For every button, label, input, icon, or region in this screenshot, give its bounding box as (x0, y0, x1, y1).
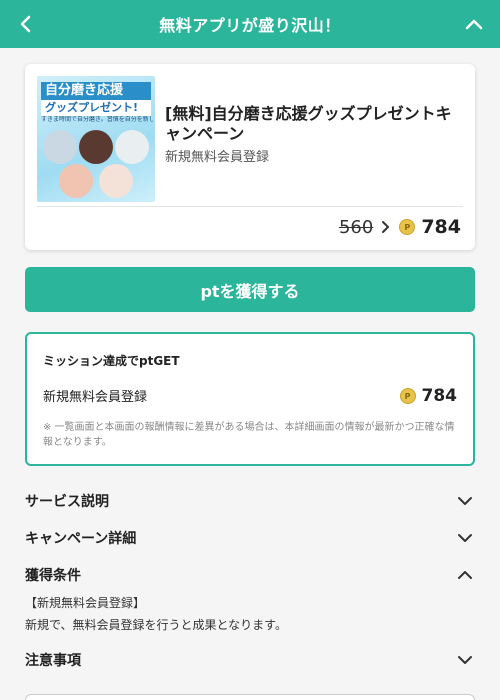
chevron-right-icon (381, 220, 390, 234)
header-title: 無料アプリが盛り沢山！ (159, 16, 341, 35)
coin-icon: P (399, 388, 416, 404)
section-campaign[interactable]: キャンペーン詳細 (25, 526, 475, 550)
thumbnail-headline: 自分磨き応援 (41, 82, 151, 100)
divider (37, 206, 463, 207)
offer-card[interactable]: 自分磨き応援 グッズプレゼント! すきま時間で自分磨き。習慣を自分を新しくしよう… (25, 64, 475, 250)
section-notes[interactable]: 注意事項 (25, 648, 475, 672)
thumbnail-subheadline: グッズプレゼント! (41, 100, 151, 116)
mission-points-value: 784 (421, 386, 458, 406)
thumbnail-photo (115, 130, 149, 164)
bottom-panel (25, 694, 475, 700)
thumbnail-photo (79, 130, 113, 164)
old-points: 560 (338, 216, 374, 238)
chevron-down-icon[interactable] (455, 491, 475, 511)
thumbnail-photo (99, 164, 133, 198)
mission-note: ※ 一覧画面と本画面の報酬情報に差異がある場合は、本詳細画面の情報が最新かつ正確… (43, 422, 455, 448)
thumbnail-photo (43, 130, 77, 164)
chevron-down-icon[interactable] (455, 650, 475, 670)
conditions-label: 【新規無料会員登録】 (25, 596, 146, 610)
get-points-button[interactable]: ptを獲得する (25, 267, 475, 312)
thumbnail-caption: すきま時間で自分磨き。習慣を自分を新しくしようぜ! (41, 116, 153, 123)
chevron-down-icon[interactable] (455, 528, 475, 548)
mission-box: ミッション達成でptGET 新規無料会員登録 P 784 ※ 一覧画面と本画面の… (25, 332, 475, 466)
offer-thumbnail: 自分磨き応援 グッズプレゼント! すきま時間で自分磨き。習慣を自分を新しくしよう… (37, 76, 155, 202)
section-service[interactable]: サービス説明 (25, 489, 475, 513)
offer-title: [無料]自分磨き応援グッズプレゼントキャンペーン (165, 104, 452, 143)
coin-icon: P (399, 219, 416, 235)
mission-heading: ミッション達成でptGET (43, 354, 180, 368)
chevron-up-icon[interactable] (462, 12, 486, 36)
section-service-label: サービス説明 (25, 494, 109, 510)
mission-label: 新規無料会員登録 (43, 390, 148, 405)
section-campaign-label: キャンペーン詳細 (25, 531, 137, 547)
chevron-up-icon[interactable] (455, 565, 475, 585)
conditions-text: 新規で、無料会員登録を行うと成果となります。 (25, 618, 287, 632)
section-notes-label: 注意事項 (25, 653, 81, 669)
thumbnail-photo (59, 164, 93, 198)
offer-subtitle: 新規無料会員登録 (165, 150, 270, 165)
section-conditions-label: 獲得条件 (25, 568, 81, 584)
mission-points: P 784 (399, 386, 458, 406)
section-conditions[interactable]: 獲得条件 (25, 563, 475, 587)
chevron-left-icon[interactable] (14, 12, 38, 36)
offer-points: 560 P 784 (339, 216, 461, 238)
new-points: 784 (421, 216, 461, 238)
app-header: 無料アプリが盛り沢山！ (0, 0, 500, 48)
